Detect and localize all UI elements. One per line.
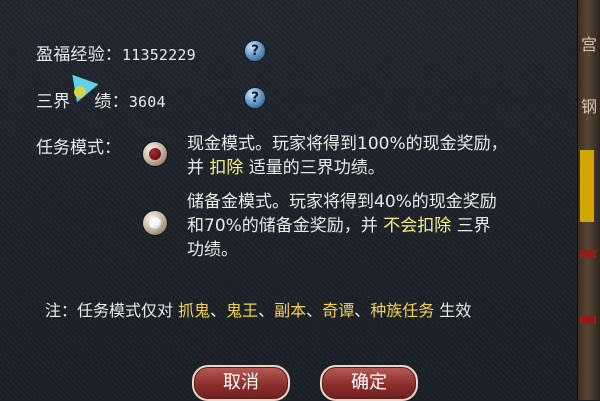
side-panel: 宫 钢 — [577, 0, 600, 400]
side-red-bar — [580, 250, 596, 258]
merit-row: 三界 绩：3604 — [36, 87, 166, 112]
side-red-bar — [580, 316, 596, 324]
reserve-mode-text: 储备金模式。玩家将得到40%的现金奖励 和70%的储备金奖励，并 不会扣除 三界… — [187, 190, 497, 262]
cash-mode-radio[interactable] — [142, 141, 168, 167]
note-item: 奇谭 — [322, 301, 355, 320]
cancel-button[interactable]: 取消 — [192, 365, 290, 401]
experience-label: 盈福经验： — [36, 45, 122, 65]
mode-label: 任务模式： — [36, 138, 121, 158]
cash-mode-deduct-text: 扣除 — [209, 158, 244, 178]
note-item: 抓鬼 — [178, 301, 211, 320]
confirm-button[interactable]: 确定 — [320, 365, 418, 401]
side-glyph: 宫 — [580, 35, 597, 54]
experience-help-icon[interactable]: ? — [244, 40, 266, 62]
note-item: 鬼王 — [226, 301, 259, 320]
reserve-mode-radio[interactable] — [142, 210, 168, 236]
experience-row: 盈福经验：11352229 — [36, 40, 196, 65]
note-item: 种族任务 — [370, 301, 435, 320]
reserve-mode-line2: 和70%的储备金奖励，并 不会扣除 三界 — [187, 216, 491, 236]
side-yellow-bar — [580, 150, 594, 222]
merit-label-end: 绩： — [94, 92, 129, 112]
cash-mode-text: 现金模式。玩家将得到100%的现金奖励， 并 扣除 适量的三界功绩。 — [187, 132, 508, 180]
task-mode-dialog: 盈福经验：11352229 ? 三界 绩：3604 ? 任务模式： 现金模式。玩家… — [0, 0, 578, 401]
note-suffix: 生效 — [434, 301, 472, 320]
reserve-mode-no-deduct-text: 不会扣除 — [383, 216, 452, 236]
cursor-glow-icon — [74, 86, 86, 98]
merit-label-start: 三界 — [36, 92, 71, 112]
reserve-mode-line3: 功绩。 — [187, 240, 238, 260]
merit-value: 3604 — [128, 93, 166, 111]
note-prefix: 注：任务模式仅对 — [45, 301, 179, 320]
reserve-mode-line1: 储备金模式。玩家将得到40%的现金奖励 — [187, 192, 497, 212]
cash-mode-line1: 现金模式。玩家将得到100%的现金奖励， — [187, 134, 508, 154]
side-glyph: 钢 — [580, 97, 597, 116]
experience-value: 11352229 — [122, 46, 196, 64]
cash-mode-line2: 并 扣除 适量的三界功绩。 — [187, 158, 385, 178]
note-item: 副本 — [274, 301, 307, 320]
note-text: 注：任务模式仅对 抓鬼、鬼王、副本、奇谭、种族任务 生效 — [45, 301, 472, 320]
merit-help-icon[interactable]: ? — [244, 87, 266, 109]
